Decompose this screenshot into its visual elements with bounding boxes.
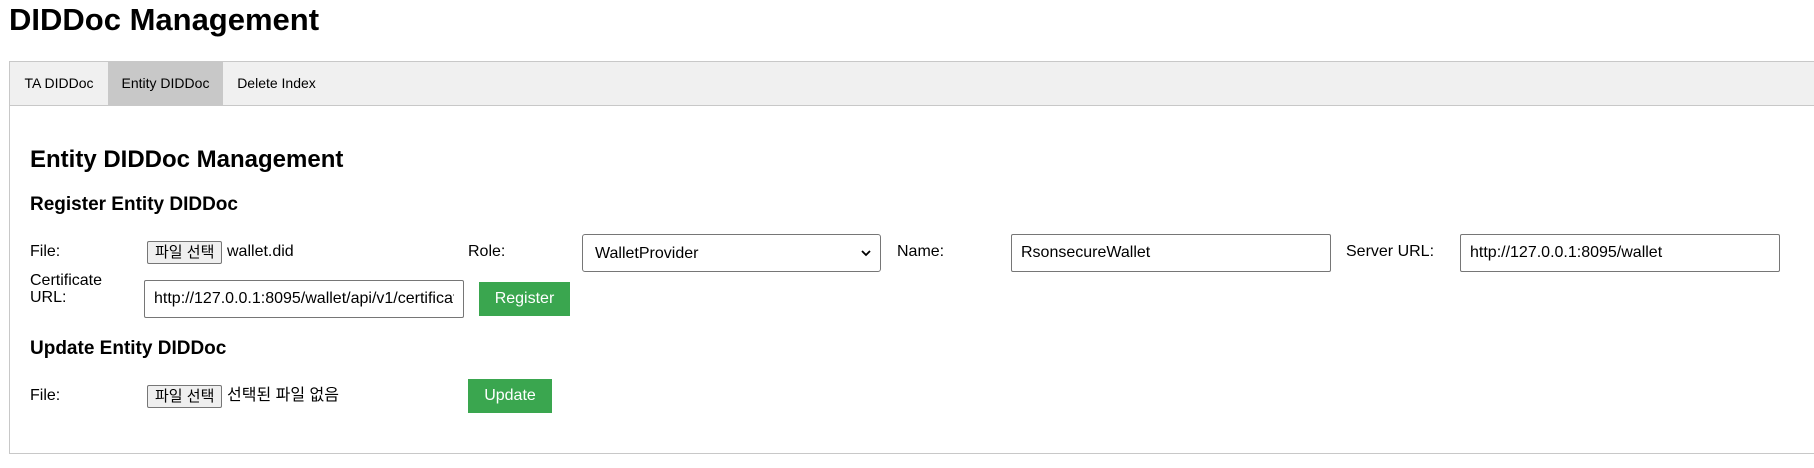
server-url-label: Server URL: — [1346, 243, 1435, 260]
update-file-choose-button[interactable]: 파일 선택 — [147, 385, 223, 408]
update-heading: Update Entity DIDDoc — [30, 338, 227, 359]
chevron-down-icon — [861, 250, 871, 257]
tab-bar: TA DIDDoc Entity DIDDoc Delete Index — [10, 62, 1814, 106]
role-select-value: WalletProvider — [595, 245, 699, 262]
tab-entity-diddoc[interactable]: Entity DIDDoc — [108, 62, 223, 105]
certificate-url-input[interactable] — [144, 280, 464, 318]
role-select[interactable]: WalletProvider — [582, 234, 881, 272]
register-file-name: wallet.did — [227, 243, 294, 260]
certificate-url-label-line2: URL: — [30, 289, 67, 306]
role-label: Role: — [468, 243, 506, 260]
tab-ta-diddoc[interactable]: TA DIDDoc — [10, 62, 108, 105]
section-title: Entity DIDDoc Management — [30, 146, 344, 173]
name-input[interactable] — [1011, 234, 1331, 272]
register-heading: Register Entity DIDDoc — [30, 194, 238, 215]
server-url-input[interactable] — [1460, 234, 1780, 272]
update-file-label: File: — [30, 387, 61, 404]
register-button[interactable]: Register — [479, 282, 570, 316]
tab-delete-index[interactable]: Delete Index — [223, 62, 330, 105]
update-button[interactable]: Update — [468, 379, 552, 413]
page-title: DIDDoc Management — [9, 2, 320, 37]
update-file-name: 선택된 파일 없음 — [227, 387, 339, 404]
register-file-label: File: — [30, 243, 61, 260]
name-label: Name: — [897, 243, 945, 260]
register-file-choose-button[interactable]: 파일 선택 — [147, 241, 223, 264]
